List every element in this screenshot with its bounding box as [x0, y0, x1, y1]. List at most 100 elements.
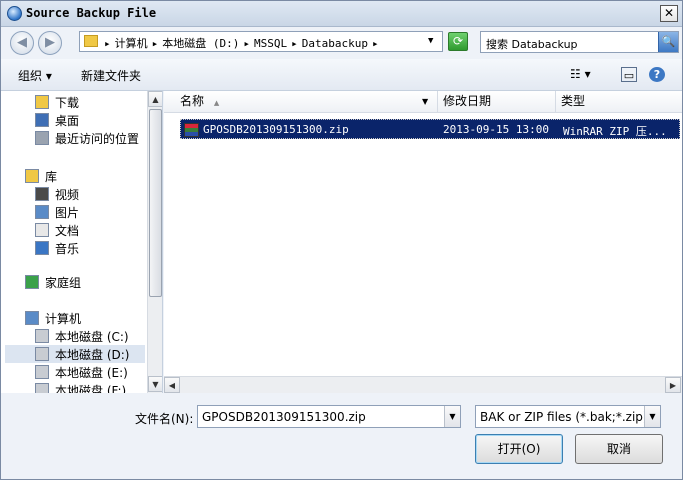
forward-button[interactable]: ▶: [38, 31, 62, 55]
sidebar-item[interactable]: 本地磁盘 (E:): [5, 363, 145, 381]
sidebar-item[interactable]: 桌面: [5, 111, 145, 129]
filename-label: 文件名(N):: [135, 412, 194, 426]
column-name-label: 名称: [180, 94, 205, 108]
file-dialog-window: Source Backup File ✕ ◀ ▶ ▸ 计算机 ▸ 本地磁盘 (D:) ▸…: [0, 0, 683, 480]
sidebar-item-label: 库: [45, 170, 58, 184]
breadcrumb-separator-icon[interactable]: ▸: [291, 37, 298, 50]
sidebar-item-label: 视频: [55, 188, 80, 202]
sidebar-item[interactable]: 文档: [5, 221, 145, 239]
sidebar-item[interactable]: 本地磁盘 (D:): [5, 345, 145, 363]
cancel-button[interactable]: 取消: [575, 434, 663, 464]
sidebar-item[interactable]: 库: [5, 167, 145, 185]
sidebar-item-icon: [35, 347, 49, 361]
sidebar-item-label: 本地磁盘 (F:): [55, 384, 127, 393]
sidebar-item-label: 计算机: [45, 312, 82, 326]
breadcrumb-item[interactable]: Databackup: [302, 37, 368, 50]
preview-pane-icon[interactable]: ▭: [621, 67, 637, 82]
sidebar-item-icon: [25, 311, 39, 325]
scroll-thumb[interactable]: [149, 109, 162, 297]
window-title: Source Backup File: [26, 6, 157, 20]
sidebar-item-icon: [35, 223, 49, 237]
file-type: WinRAR ZIP 压...: [563, 125, 667, 138]
column-type[interactable]: 类型: [556, 91, 682, 113]
sidebar-item[interactable]: 音乐: [5, 239, 145, 257]
search-box[interactable]: 搜索 Databackup 🔍: [480, 31, 679, 53]
address-dropdown-icon[interactable]: ▼: [428, 36, 433, 46]
sidebar-item-label: 本地磁盘 (D:): [55, 348, 130, 362]
breadcrumb-item[interactable]: MSSQL: [254, 37, 287, 50]
scroll-up-icon[interactable]: ▲: [148, 91, 162, 107]
app-icon: [7, 6, 22, 21]
sidebar-item-label: 家庭组: [45, 276, 82, 290]
organize-button[interactable]: 组织 ▾: [18, 67, 52, 84]
dialog-footer: 文件名(N): GPOSDB201309151300.zip ▼ BAK or …: [1, 393, 682, 479]
sidebar-item-label: 文档: [55, 224, 80, 238]
title-bar[interactable]: Source Backup File ✕: [1, 1, 682, 27]
sidebar-item-icon: [35, 187, 49, 201]
sidebar-item-label: 音乐: [55, 242, 80, 256]
command-toolbar: 组织 ▾ 新建文件夹 ☷ ▾ ▭ ?: [1, 59, 682, 91]
breadcrumb[interactable]: ▸ 计算机 ▸ 本地磁盘 (D:) ▸ MSSQL ▸ Databackup ▸: [104, 35, 383, 51]
help-icon[interactable]: ?: [649, 67, 665, 82]
table-row[interactable]: GPOSDB201309151300.zip 2013-09-15 13:00 …: [180, 119, 680, 139]
sidebar-item-icon: [25, 275, 39, 289]
search-icon[interactable]: 🔍: [658, 32, 678, 52]
filetype-select[interactable]: BAK or ZIP files (*.bak;*.zip) ▼: [475, 405, 661, 428]
column-header: 名称 ▲ ▼ 修改日期 类型: [164, 91, 682, 113]
breadcrumb-separator-icon[interactable]: ▸: [243, 37, 250, 50]
sidebar-item[interactable]: 本地磁盘 (F:): [5, 381, 145, 393]
sidebar-item[interactable]: 视频: [5, 185, 145, 203]
sidebar-scrollbar[interactable]: ▲ ▼: [147, 91, 162, 393]
search-input[interactable]: 搜索 Databackup: [486, 36, 578, 52]
sidebar-item-label: 本地磁盘 (C:): [55, 330, 129, 344]
refresh-button[interactable]: ⟳: [448, 32, 468, 51]
back-button[interactable]: ◀: [10, 31, 34, 55]
filetype-value: BAK or ZIP files (*.bak;*.zip): [480, 410, 648, 424]
breadcrumb-item[interactable]: 计算机: [115, 37, 148, 50]
sort-icon: ▲: [213, 99, 220, 107]
new-folder-button[interactable]: 新建文件夹: [81, 67, 141, 84]
column-name[interactable]: 名称 ▲ ▼: [164, 91, 438, 113]
sidebar-item[interactable]: 图片: [5, 203, 145, 221]
sidebar-item[interactable]: 计算机: [5, 309, 145, 327]
sidebar-item-label: 图片: [55, 206, 80, 220]
sidebar-item-icon: [35, 131, 49, 145]
horizontal-scrollbar[interactable]: ◀ ▶: [164, 376, 682, 393]
sidebar-item-icon: [35, 329, 49, 343]
navigation-pane: 下载 桌面最近访问的位置库视频图片文档音乐家庭组计算机本地磁盘 (C:) 本地磁盘 …: [1, 91, 163, 393]
sidebar-item-label: 本地磁盘 (E:): [55, 366, 128, 380]
breadcrumb-separator-icon[interactable]: ▸: [104, 37, 111, 50]
breadcrumb-separator-icon[interactable]: ▸: [152, 37, 159, 50]
file-name: GPOSDB201309151300.zip: [203, 123, 349, 136]
filename-combobox[interactable]: GPOSDB201309151300.zip ▼: [197, 405, 461, 428]
view-options-icon[interactable]: ☷ ▾: [570, 67, 591, 81]
breadcrumb-separator-icon[interactable]: ▸: [372, 37, 379, 50]
close-button[interactable]: ✕: [660, 5, 678, 22]
sidebar-item[interactable]: 本地磁盘 (C:): [5, 327, 145, 345]
sidebar-item[interactable]: 家庭组: [5, 273, 145, 291]
scroll-left-icon[interactable]: ◀: [164, 377, 180, 393]
winrar-zip-icon: [184, 123, 199, 137]
file-date: 2013-09-15 13:00: [443, 123, 549, 136]
sidebar-item-icon: [25, 169, 39, 183]
sidebar-item-label: 下载: [55, 96, 80, 110]
scroll-down-icon[interactable]: ▼: [148, 376, 162, 392]
address-bar[interactable]: ▸ 计算机 ▸ 本地磁盘 (D:) ▸ MSSQL ▸ Databackup ▸ ▼: [79, 31, 443, 52]
scroll-right-icon[interactable]: ▶: [665, 377, 681, 393]
chevron-down-icon[interactable]: ▼: [644, 406, 660, 427]
filename-input[interactable]: GPOSDB201309151300.zip: [202, 410, 366, 424]
chevron-down-icon[interactable]: ▼: [444, 406, 460, 427]
sidebar-item[interactable]: 最近访问的位置: [5, 129, 145, 147]
sidebar-item-icon: [35, 113, 49, 127]
sidebar-item-icon: [35, 241, 49, 255]
column-date[interactable]: 修改日期: [438, 91, 556, 113]
open-button[interactable]: 打开(O): [475, 434, 563, 464]
sidebar-item-icon: [35, 383, 49, 393]
column-filter-icon[interactable]: ▼: [422, 91, 428, 112]
breadcrumb-item[interactable]: 本地磁盘 (D:): [162, 37, 239, 50]
sidebar-item-icon: [35, 95, 49, 109]
sidebar-item-label: 最近访问的位置: [55, 132, 140, 146]
sidebar-item[interactable]: 下载: [5, 93, 145, 111]
folder-icon: [84, 35, 98, 47]
file-list: 名称 ▲ ▼ 修改日期 类型 GPOSDB201309151300.zip 20…: [164, 91, 682, 393]
